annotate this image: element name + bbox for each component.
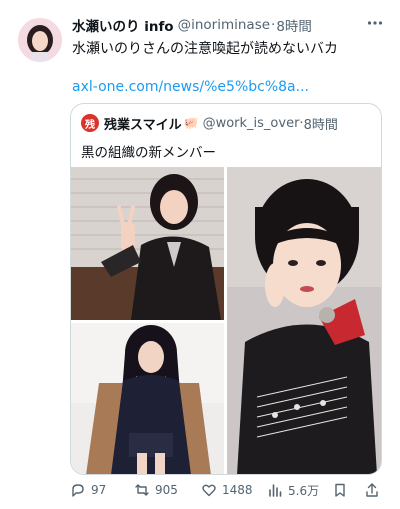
quoted-author-name[interactable]: 残業スマイル: [104, 114, 182, 133]
bookmark-button[interactable]: [332, 480, 353, 500]
avatar-image: [18, 18, 62, 62]
pig-emoji-icon: 🐖: [183, 116, 199, 130]
quoted-author-handle[interactable]: @work_is_over: [203, 116, 300, 131]
tweet-text: 水瀬いのりさんの注意喚起が読めないバカ: [72, 41, 338, 57]
retweet-button[interactable]: 905: [134, 480, 178, 500]
avatar[interactable]: [18, 18, 62, 62]
views-icon: [269, 484, 282, 497]
tweet-time[interactable]: 8時間: [276, 15, 312, 35]
like-count: 1488: [222, 483, 253, 497]
quoted-avatar[interactable]: 残: [81, 114, 99, 132]
like-button[interactable]: 1488: [201, 480, 253, 500]
photo-red-scarf-portrait[interactable]: [227, 167, 381, 474]
quoted-tweet-card[interactable]: 残 残業スマイル 🐖 @work_is_over · 8時間 黒の組織の新メンバ…: [70, 103, 382, 475]
reply-count: 97: [91, 483, 107, 497]
bookmark-icon: [335, 483, 345, 497]
reply-button[interactable]: 97: [70, 480, 106, 500]
tweet-header: 水瀬いのり info @inoriminase · 8時間: [72, 15, 382, 35]
more-icon[interactable]: [366, 14, 384, 32]
tweet-link[interactable]: axl-one.com/news/%e5%bc%8a...: [72, 79, 309, 95]
views-button[interactable]: 5.6万: [267, 480, 319, 500]
quoted-tweet-time[interactable]: 8時間: [304, 114, 338, 133]
photo-peace-sign[interactable]: [71, 167, 224, 320]
views-count: 5.6万: [288, 483, 320, 498]
photo-seated-long-hair[interactable]: [71, 323, 224, 474]
retweet-count: 905: [155, 483, 178, 497]
share-icon: [366, 483, 378, 497]
like-icon: [202, 484, 216, 497]
reply-icon: [72, 484, 84, 497]
author-name[interactable]: 水瀬いのり info: [72, 15, 174, 35]
separator-dot: ·: [271, 17, 276, 33]
quoted-tweet-header: 残 残業スマイル 🐖 @work_is_over · 8時間: [81, 114, 338, 133]
author-handle[interactable]: @inoriminase: [178, 17, 270, 33]
retweet-icon: [135, 484, 149, 496]
action-bar: 97 905 1488 5.6万: [70, 480, 386, 500]
quoted-tweet-text: 黒の組織の新メンバー: [81, 145, 216, 161]
share-button[interactable]: [364, 480, 385, 500]
